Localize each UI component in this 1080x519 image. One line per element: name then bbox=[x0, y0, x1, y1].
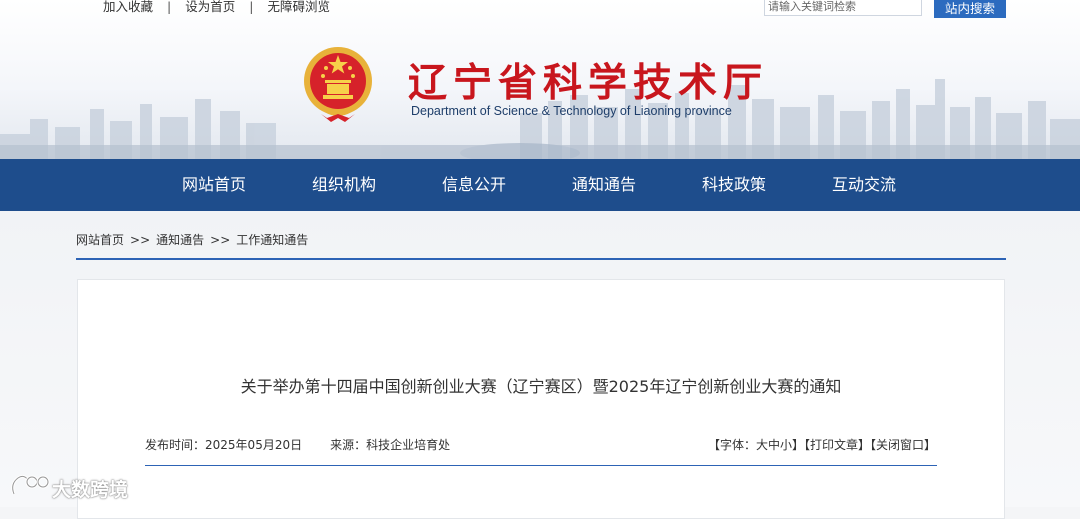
article-card: 关于举办第十四届中国创新创业大赛（辽宁赛区）暨2025年辽宁创新创业大赛的通知 … bbox=[77, 279, 1005, 519]
breadcrumb-divider bbox=[76, 258, 1006, 260]
nav-item-notices[interactable]: 通知通告 bbox=[572, 159, 636, 211]
search-button[interactable]: 站内搜索 bbox=[934, 0, 1006, 18]
source-label: 来源： bbox=[330, 438, 367, 452]
breadcrumb-notices[interactable]: 通知通告 bbox=[156, 233, 204, 247]
publish-label: 发布时间： bbox=[145, 438, 206, 452]
nav-item-info-disclosure[interactable]: 信息公开 bbox=[442, 159, 506, 211]
breadcrumb: 网站首页 >> 通知通告 >> 工作通知通告 bbox=[76, 231, 308, 248]
article-meta: 发布时间：2025年05月20日 来源：科技企业培育处 bbox=[145, 436, 450, 453]
add-favorite-link[interactable]: 加入收藏 bbox=[103, 0, 153, 14]
watermark-logo-icon bbox=[11, 474, 50, 495]
site-header: 加入收藏 | 设为首页 | 无障碍浏览 站内搜索 辽宁省科学技术厅 Department… bbox=[0, 0, 1080, 159]
main-nav: 网站首页 组织机构 信息公开 通知通告 科技政策 互动交流 bbox=[0, 159, 1080, 211]
set-homepage-link[interactable]: 设为首页 bbox=[185, 0, 235, 14]
nav-item-tech-policy[interactable]: 科技政策 bbox=[702, 159, 766, 211]
publish-date: 2025年05月20日 bbox=[205, 438, 303, 452]
top-bar: 加入收藏 | 设为首页 | 无障碍浏览 站内搜索 bbox=[0, 0, 1080, 18]
breadcrumb-home[interactable]: 网站首页 bbox=[76, 233, 124, 247]
meta-divider bbox=[145, 465, 937, 466]
search-input[interactable] bbox=[764, 0, 922, 16]
breadcrumb-work-notices[interactable]: 工作通知通告 bbox=[236, 233, 308, 247]
nav-item-home[interactable]: 网站首页 bbox=[182, 159, 246, 211]
nav-item-interaction[interactable]: 互动交流 bbox=[832, 159, 896, 211]
source-value: 科技企业培育处 bbox=[366, 438, 451, 452]
national-emblem-logo bbox=[304, 47, 372, 122]
breadcrumb-separator: >> bbox=[130, 233, 151, 247]
site-subtitle: Department of Science & Technology of Li… bbox=[411, 104, 732, 118]
watermark-text: 大数跨境 bbox=[52, 479, 129, 501]
article-title: 关于举办第十四届中国创新创业大赛（辽宁赛区）暨2025年辽宁创新创业大赛的通知 bbox=[240, 377, 842, 396]
breadcrumb-separator: >> bbox=[210, 233, 231, 247]
site-title: 辽宁省科学技术厅 bbox=[408, 61, 769, 106]
accessibility-link[interactable]: 无障碍浏览 bbox=[267, 0, 330, 14]
close-window-button[interactable]: 【关闭窗口】 bbox=[870, 438, 936, 452]
top-separator: | bbox=[167, 0, 172, 14]
watermark: 大数跨境 bbox=[8, 472, 128, 502]
print-article-button[interactable]: 【打印文章】 bbox=[804, 438, 870, 452]
top-separator: | bbox=[249, 0, 254, 14]
top-links: 加入收藏 | 设为首页 | 无障碍浏览 bbox=[103, 0, 330, 15]
nav-item-organization[interactable]: 组织机构 bbox=[312, 159, 376, 211]
article-tools: 【字体：大中小】【打印文章】【关闭窗口】 bbox=[708, 436, 936, 453]
font-size-control[interactable]: 【字体：大中小】 bbox=[708, 438, 804, 452]
